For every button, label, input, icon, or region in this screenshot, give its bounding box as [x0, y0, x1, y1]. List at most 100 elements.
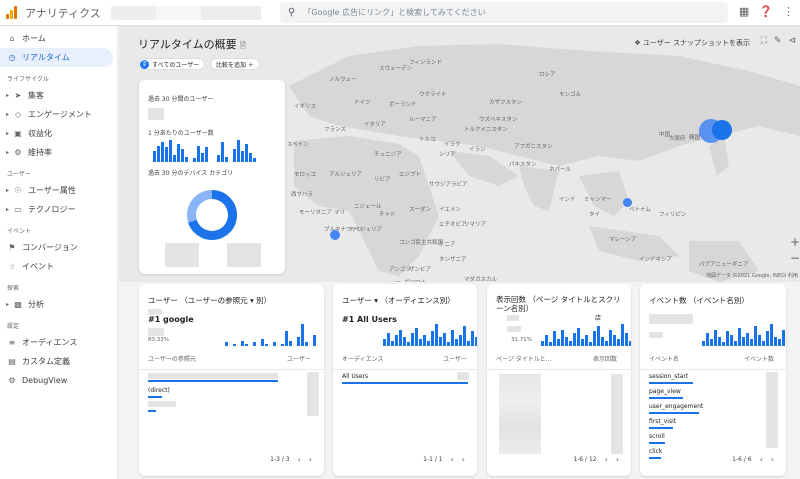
apps-grid-icon[interactable]: ▦ [739, 5, 749, 18]
sidebar-item-tech[interactable]: ▸ ▭ テクノロジー [0, 200, 117, 219]
bar [730, 335, 733, 346]
all-users-chip[interactable]: すすべてのユーザー [138, 58, 206, 70]
page-title: リアルタイムの概要 🗎 [138, 38, 247, 51]
card-top-pct: 31.71% [511, 337, 532, 343]
country-label: ボツワナ [404, 278, 426, 282]
bar [774, 336, 777, 346]
fullscreen-icon[interactable]: ⛶ [761, 36, 767, 46]
map-toolbar: ⛶ ✎ ⊲ [761, 36, 796, 46]
col-header-right: ユーザー [443, 356, 467, 363]
sidebar-item-retention[interactable]: ▸ ⚙ 維持率 [0, 143, 117, 162]
sidebar-item-events[interactable]: ☝ イベント [0, 257, 117, 276]
analytics-logo-icon[interactable] [5, 5, 19, 20]
activity-dot[interactable] [623, 198, 632, 207]
card-top-value: #1 google [148, 315, 194, 324]
sidebar-item-audiences[interactable]: ≡ オーディエンス [0, 333, 117, 352]
zoom-in-icon[interactable]: + [790, 234, 800, 250]
row-bar [342, 382, 468, 384]
country-label: ノルウェー [329, 77, 357, 83]
pagination: 1-6 / 6 ‹ › [732, 455, 774, 464]
bar [718, 336, 721, 346]
acquisition-icon: ➤ [14, 91, 22, 100]
prev-icon[interactable]: ‹ [760, 455, 763, 464]
sidebar-item-engagement[interactable]: ▸ ◇ エンゲージメント [0, 105, 117, 124]
bar [177, 143, 180, 162]
bar [585, 335, 588, 346]
country-label: チュニジア [374, 152, 402, 158]
table-row[interactable]: (direct) [148, 387, 170, 394]
next-icon[interactable]: › [462, 455, 465, 464]
bar [241, 340, 244, 346]
bar [714, 329, 717, 346]
sidebar-item-conversions[interactable]: ⚑ コンバージョン [0, 238, 117, 257]
country-label: ザンビア [409, 267, 432, 273]
sidebar-item-demographics[interactable]: ▸ ☉ ユーザー属性 [0, 181, 117, 200]
zoom-out-icon[interactable]: − [790, 250, 800, 266]
help-icon[interactable]: ❓ [759, 5, 773, 18]
prev-icon[interactable]: ‹ [298, 455, 301, 464]
table-row[interactable]: session_start [649, 373, 688, 380]
card-chart[interactable] [541, 324, 631, 346]
row-bar [649, 457, 661, 459]
table-row[interactable]: click [649, 448, 662, 455]
next-icon[interactable]: › [309, 455, 312, 464]
activity-dot[interactable] [712, 120, 732, 140]
card-title[interactable]: イベント数 （イベント名別） [649, 295, 749, 306]
next-icon[interactable]: › [771, 455, 774, 464]
prev-icon[interactable]: ‹ [605, 455, 608, 464]
country-label: ミャンマー [584, 197, 612, 203]
card-chart[interactable] [702, 324, 786, 346]
card-chart[interactable] [383, 324, 477, 346]
share-icon[interactable]: ⊲ [788, 36, 796, 46]
country-label: イラク [444, 142, 461, 148]
bar [273, 342, 276, 346]
sidebar-item-realtime[interactable]: ◷ リアルタイム [0, 48, 113, 67]
prev-icon[interactable]: ‹ [451, 455, 454, 464]
edit-icon[interactable]: ✎ [774, 36, 782, 46]
sidebar-item-acquisition[interactable]: ▸ ➤ 集客 [0, 86, 117, 105]
country-label: トルクメニスタン [464, 127, 508, 133]
country-label: カザフスタン [489, 100, 523, 106]
table-row[interactable]: All Users [342, 373, 368, 380]
table-row[interactable]: scroll [649, 433, 665, 440]
activity-dot[interactable] [330, 230, 340, 240]
bar [710, 338, 713, 346]
users-per-min-chart[interactable] [153, 140, 256, 162]
country-label: モーリタニア [299, 210, 333, 216]
device-donut-chart[interactable] [187, 190, 237, 240]
card-chart[interactable] [221, 324, 316, 346]
table-row[interactable]: first_visit [649, 418, 676, 425]
redacted-values [611, 374, 623, 454]
table-row[interactable]: user_engagement [649, 403, 703, 410]
card-title[interactable]: ユーザー （ユーザーの参照元 ▾ 別） [148, 295, 271, 306]
bar [758, 335, 761, 346]
more-vert-icon[interactable]: ⋮ [783, 5, 794, 18]
sidebar-item-custom-definitions[interactable]: ▤ カスタム定義 [0, 352, 117, 371]
next-icon[interactable]: › [616, 455, 619, 464]
bar [387, 333, 390, 346]
redacted-values [307, 372, 319, 416]
search-box[interactable]: ⚲ 「Google 広告にリンク」と検索してみてください [280, 2, 728, 23]
card-users-by-source: ユーザー （ユーザーの参照元 ▾ 別） #1 google 83.33% ユーザ… [139, 284, 324, 476]
card-title[interactable]: 表示回数 （ページ タイトルとスクリーン名別） [496, 295, 624, 313]
world-map[interactable]: リアルタイムの概要 🗎 すすべてのユーザー 比較を追加 ＋ ❖ ユーザー スナップ… [119, 26, 800, 282]
table-row[interactable]: page_view [649, 388, 681, 395]
sidebar-item-home[interactable]: ⌂ ホーム [0, 29, 117, 48]
monetization-icon: ▣ [14, 129, 22, 138]
country-label: インド [559, 197, 576, 203]
account-selector[interactable] [110, 5, 261, 20]
add-comparison-chip[interactable]: 比較を追加 ＋ [210, 58, 260, 70]
user-snapshot-button[interactable]: ❖ ユーザー スナップショットを表示 [634, 38, 750, 48]
bar [185, 156, 188, 162]
sidebar-item-monetization[interactable]: ▸ ▣ 収益化 [0, 124, 117, 143]
document-icon[interactable]: 🗎 [240, 41, 246, 50]
bar [589, 342, 592, 346]
bar [754, 325, 757, 346]
sidebar-item-analysis[interactable]: ▸ ▩ 分析 [0, 295, 117, 314]
card-title[interactable]: ユーザー ▾ （オーディエンス別） [342, 295, 455, 306]
bar [443, 333, 446, 346]
bar [447, 342, 450, 346]
bar [738, 327, 741, 346]
redacted-values [766, 372, 778, 448]
sidebar-item-debugview[interactable]: ⚙ DebugView [0, 371, 117, 390]
